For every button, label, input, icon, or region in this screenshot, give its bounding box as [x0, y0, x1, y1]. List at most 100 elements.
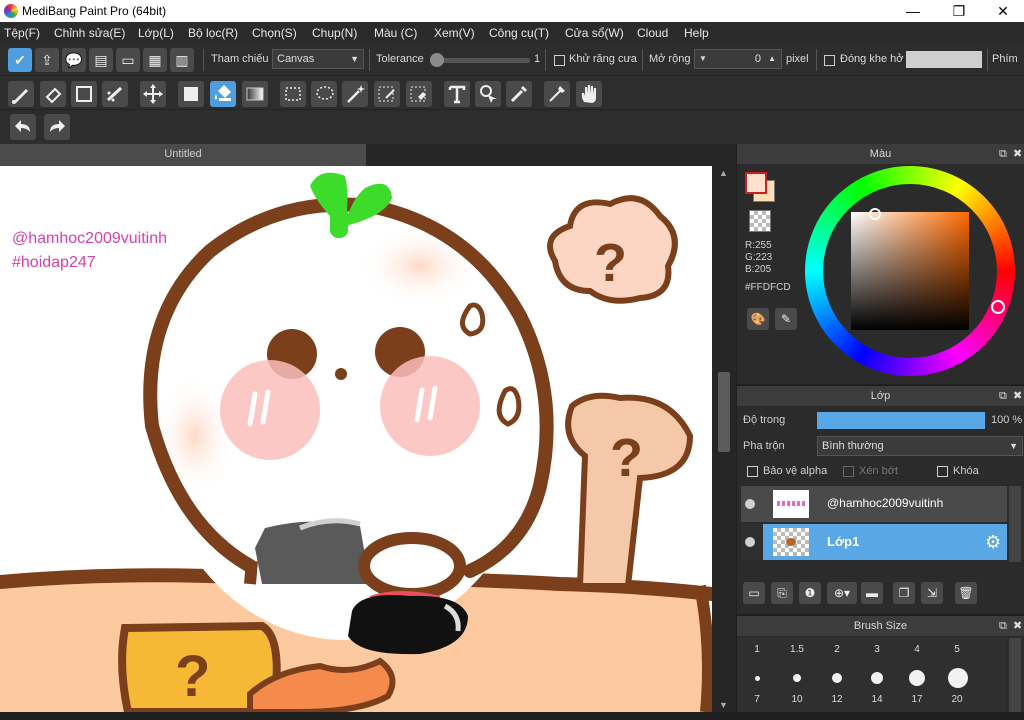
layer-row-selected[interactable]: Lớp1 ⚙	[741, 524, 1007, 560]
brush-size-scrollbar[interactable]	[1009, 638, 1021, 712]
brush-size-dot-12[interactable]	[832, 673, 842, 683]
opacity-slider[interactable]	[817, 412, 985, 429]
new-layer-icon[interactable]: ▭	[743, 582, 765, 604]
brush-size-dot-7[interactable]	[755, 676, 760, 681]
brush-size-cell[interactable]: 7	[737, 694, 777, 720]
menu-filter[interactable]: Bộ lọc(R)	[188, 26, 238, 40]
brush-icon[interactable]	[8, 81, 34, 107]
brush-size-cell[interactable]: 20	[937, 694, 977, 720]
panel-close-icon[interactable]: ✖	[1013, 616, 1022, 636]
menu-tools[interactable]: Công cụ(T)	[489, 26, 549, 40]
expand-input[interactable]: ▼ 0 ▲	[694, 49, 782, 69]
comment-icon[interactable]: ▤	[89, 48, 113, 72]
brush-size-cell[interactable]: 17	[897, 694, 937, 720]
menu-edit[interactable]: Chỉnh sửa(E)	[54, 26, 125, 40]
brush-size-cell[interactable]: 4	[897, 644, 937, 670]
detach-icon[interactable]: ⧉	[999, 144, 1007, 164]
move-icon[interactable]	[140, 81, 166, 107]
scroll-up-icon[interactable]: ▲	[719, 168, 728, 178]
brush-size-cell[interactable]: 10	[777, 694, 817, 720]
tolerance-slider[interactable]	[432, 58, 530, 63]
new-layer-1bit-icon[interactable]: ❶	[799, 582, 821, 604]
minimize-button[interactable]: —	[890, 0, 936, 22]
color-settings-icon[interactable]: ✎	[775, 308, 797, 330]
close-gap-checkbox[interactable]	[824, 55, 835, 66]
brush-size-cell[interactable]: 12	[817, 694, 857, 720]
foreground-color-swatch[interactable]	[745, 172, 767, 194]
palette-icon[interactable]: 🎨	[747, 308, 769, 330]
undo-icon[interactable]	[10, 114, 36, 140]
grid-icon[interactable]: ▦	[143, 48, 167, 72]
eraser-icon[interactable]	[40, 81, 66, 107]
transparent-color-swatch[interactable]	[749, 210, 771, 232]
brush-size-cell[interactable]: 2	[817, 644, 857, 670]
fill-square-icon[interactable]	[178, 81, 204, 107]
drawing-canvas[interactable]: ? ? ? @hamhoc2009vuitinh #hoidap247	[0, 166, 712, 712]
dotted-brush-icon[interactable]	[102, 81, 128, 107]
brush-size-cell[interactable]: 1.5	[777, 644, 817, 670]
layer-row[interactable]: @hamhoc2009vuitinh	[741, 486, 1007, 522]
menu-cloud[interactable]: Cloud	[637, 26, 668, 40]
hue-picker-marker[interactable]	[991, 300, 1005, 314]
brush-size-cell[interactable]: 5	[937, 644, 977, 670]
visibility-eye-icon[interactable]	[745, 499, 755, 509]
hand-icon[interactable]	[576, 81, 602, 107]
menu-color[interactable]: Màu (C)	[374, 26, 417, 40]
document-icon[interactable]: ▭	[116, 48, 140, 72]
eyedropper-icon[interactable]	[506, 81, 532, 107]
menu-help[interactable]: Help	[684, 26, 709, 40]
visibility-eye-icon[interactable]	[745, 537, 755, 547]
scroll-thumb[interactable]	[718, 372, 730, 452]
panel-layout-icon[interactable]: ▥	[170, 48, 194, 72]
magic-wand-icon[interactable]	[342, 81, 368, 107]
brush-size-cell[interactable]: 3	[857, 644, 897, 670]
gear-icon[interactable]: ⚙	[985, 532, 1001, 553]
merge-layer-icon[interactable]: ⇲	[921, 582, 943, 604]
menu-window[interactable]: Cửa sổ(W)	[565, 26, 624, 40]
close-button[interactable]: ✕	[980, 0, 1024, 22]
duplicate-layer-icon[interactable]: ❐	[893, 582, 915, 604]
reference-dropdown[interactable]: Canvas ▼	[272, 49, 364, 69]
panel-close-icon[interactable]: ✖	[1013, 386, 1022, 406]
text-icon[interactable]	[444, 81, 470, 107]
select-rect-icon[interactable]	[280, 81, 306, 107]
brush-size-cell[interactable]: 14	[857, 694, 897, 720]
detach-icon[interactable]: ⧉	[999, 386, 1007, 406]
speech-bubble-icon[interactable]: 💬	[62, 48, 86, 72]
bucket-icon[interactable]	[210, 81, 236, 107]
menu-file[interactable]: Tệp(F)	[4, 26, 40, 40]
blend-mode-dropdown[interactable]: Bình thường ▼	[817, 436, 1023, 456]
antialias-checkbox[interactable]	[554, 55, 565, 66]
brush-size-dot-20[interactable]	[948, 668, 968, 688]
sv-picker-marker[interactable]	[869, 208, 881, 220]
panel-close-icon[interactable]: ✖	[1013, 144, 1022, 164]
document-tab[interactable]: Untitled	[0, 144, 366, 166]
maximize-button[interactable]: ❐	[936, 0, 982, 22]
menu-capture[interactable]: Chụp(N)	[312, 26, 357, 40]
select-pen-icon[interactable]	[374, 81, 400, 107]
lasso-icon[interactable]	[311, 81, 337, 107]
menu-select[interactable]: Chọn(S)	[252, 26, 297, 40]
protect-alpha-checkbox[interactable]	[747, 466, 758, 477]
operation-icon[interactable]	[475, 81, 501, 107]
rectangle-icon[interactable]	[71, 81, 97, 107]
dropper-icon[interactable]	[544, 81, 570, 107]
layer-list-scrollbar[interactable]	[1009, 486, 1021, 562]
scroll-down-icon[interactable]: ▼	[719, 700, 728, 710]
gradient-icon[interactable]	[242, 81, 268, 107]
detach-icon[interactable]: ⧉	[999, 616, 1007, 636]
brush-size-dot-17[interactable]	[909, 670, 925, 686]
add-layer-menu-icon[interactable]: ⊕▾	[827, 582, 857, 604]
clipping-checkbox[interactable]	[843, 466, 854, 477]
redo-icon[interactable]	[44, 114, 70, 140]
saturation-value-square[interactable]	[851, 212, 969, 330]
folder-icon[interactable]: ▬	[861, 582, 883, 604]
select-eraser-icon[interactable]	[406, 81, 432, 107]
brush-size-dot-10[interactable]	[793, 674, 801, 682]
canvas-vertical-scrollbar[interactable]: ▲ ▼	[712, 166, 736, 712]
menu-layer[interactable]: Lớp(L)	[138, 26, 174, 40]
check-icon[interactable]: ✔	[8, 48, 32, 72]
brush-size-dot-14[interactable]	[871, 672, 883, 684]
close-gap-slider[interactable]	[906, 51, 982, 68]
tolerance-slider-handle[interactable]	[430, 53, 444, 67]
